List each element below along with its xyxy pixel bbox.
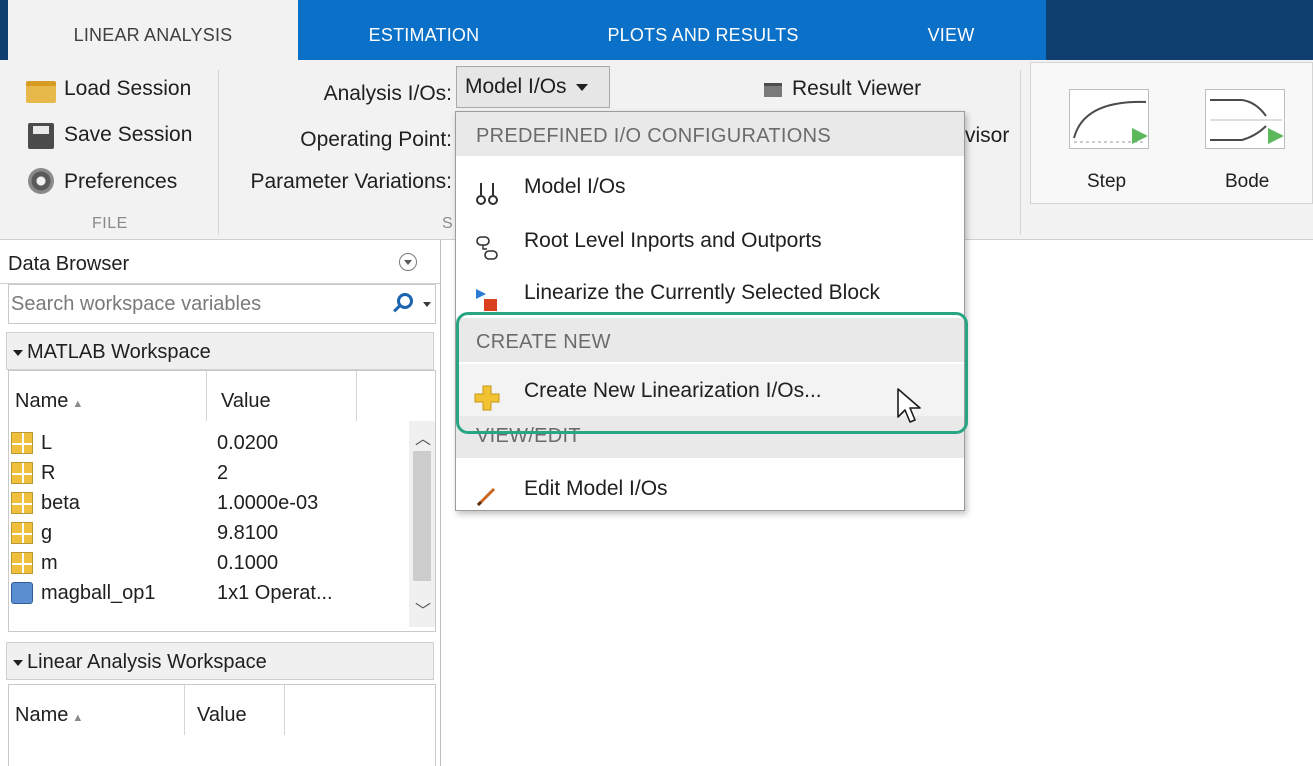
variable-name: R: [41, 462, 56, 484]
variable-value: 2: [217, 462, 229, 484]
column-header-value[interactable]: Value: [207, 371, 357, 421]
linear-workspace-title: Linear Analysis Workspace: [27, 651, 267, 673]
column-header-value[interactable]: Value: [185, 685, 285, 735]
analysis-ios-menu: PREDEFINED I/O CONFIGURATIONS Model I/Os…: [455, 111, 965, 511]
advisor-label: visor: [965, 124, 1010, 147]
menu-item-label: Model I/Os: [524, 175, 626, 198]
panel-menu-icon[interactable]: [399, 253, 417, 271]
selected-block-icon: [474, 280, 500, 311]
folder-icon: [26, 81, 56, 103]
table-row[interactable]: R2: [9, 461, 409, 485]
column-header-name[interactable]: Name ▲: [9, 685, 185, 735]
variable-value: 0.1000: [217, 552, 279, 574]
menu-item-root-level[interactable]: Root Level Inports and Outports: [456, 214, 964, 266]
load-session-label: Load Session: [64, 77, 192, 100]
result-viewer-icon: [764, 83, 782, 97]
search-options-icon[interactable]: [423, 302, 431, 307]
sort-ascending-icon: ▲: [72, 398, 84, 410]
bode-label: Bode: [1225, 171, 1270, 192]
variable-value: 1x1 Operat...: [217, 582, 333, 604]
matlab-workspace-table: Name ▲ Value L 0.0200 R 2 beta 1.0000e-03 g 9.81…: [8, 370, 436, 632]
mouse-cursor-icon: [897, 388, 921, 423]
plot-gallery: Step Bode: [1030, 62, 1313, 204]
linear-workspace-header[interactable]: Linear Analysis Workspace: [6, 642, 434, 680]
ribbon-tab-bar: LINEAR ANALYSIS ESTIMATION PLOTS AND RES…: [0, 0, 1313, 60]
step-plot-icon: [1069, 89, 1149, 149]
workspace-search-input[interactable]: Search workspace variables: [8, 284, 436, 324]
variable-icon: [11, 522, 33, 544]
menu-item-label: Root Level Inports and Outports: [524, 229, 822, 252]
file-section-label: FILE: [92, 215, 128, 232]
scroll-down-icon[interactable]: ﹀: [415, 597, 431, 621]
caret-down-icon: [576, 83, 589, 91]
menu-item-model-ios[interactable]: Model I/Os: [456, 160, 964, 212]
variable-value: 0.0200: [217, 432, 279, 454]
gear-icon: [28, 168, 54, 194]
column-header-name[interactable]: Name ▲: [9, 371, 207, 421]
variable-icon: [11, 552, 33, 574]
menu-item-label: Edit Model I/Os: [524, 477, 668, 500]
table-row[interactable]: beta 1.0000e-03: [9, 491, 409, 515]
collapse-triangle-icon: [13, 349, 23, 356]
tab-estimation[interactable]: ESTIMATION: [298, 0, 550, 60]
table-row[interactable]: g 9.8100: [9, 521, 409, 545]
setup-section-label: S: [442, 215, 454, 232]
data-browser-header: Data Browser: [0, 240, 441, 284]
variable-name: L: [41, 432, 53, 454]
variable-icon: [11, 462, 33, 484]
variable-name: g: [41, 522, 53, 544]
matlab-workspace-title: MATLAB Workspace: [27, 341, 211, 363]
tab-view[interactable]: VIEW: [856, 0, 1046, 60]
scroll-up-icon[interactable]: ︿: [415, 425, 431, 449]
variable-value: 1.0000e-03: [217, 492, 319, 514]
bode-plot-icon: [1205, 89, 1285, 149]
table-row[interactable]: L 0.0200: [9, 431, 409, 455]
menu-item-label: Linearize the Currently Selected Block: [524, 281, 881, 304]
linear-workspace-table: Name ▲ Value: [8, 684, 436, 766]
section-divider: [1020, 70, 1021, 235]
data-browser-panel: Data Browser Search workspace variables …: [0, 240, 441, 766]
matlab-workspace-header[interactable]: MATLAB Workspace: [6, 332, 434, 370]
search-placeholder: Search workspace variables: [11, 293, 262, 315]
variable-icon: [11, 432, 33, 454]
menu-item-linearize-selected[interactable]: Linearize the Currently Selected Block: [456, 266, 964, 318]
variable-value: 9.8100: [217, 522, 279, 544]
table-row[interactable]: magball_op1 1x1 Operat...: [9, 581, 409, 605]
analysis-ios-value: Model I/Os: [465, 75, 567, 98]
variable-name: m: [41, 552, 58, 574]
sort-ascending-icon: ▲: [72, 712, 84, 724]
search-icon[interactable]: [397, 293, 413, 309]
inport-outport-icon: [474, 228, 500, 260]
pencil-icon: [474, 476, 500, 507]
collapse-triangle-icon: [13, 659, 23, 666]
tab-plots-and-results[interactable]: PLOTS AND RESULTS: [550, 0, 856, 60]
vertical-scrollbar[interactable]: ︿ ﹀: [409, 421, 435, 627]
variable-name: beta: [41, 492, 80, 514]
scrollbar-thumb[interactable]: [413, 451, 431, 581]
data-browser-title: Data Browser: [8, 253, 130, 275]
table-row[interactable]: m 0.1000: [9, 551, 409, 575]
section-divider: [218, 70, 219, 235]
save-icon: [28, 123, 54, 149]
parameter-variations-label: Parameter Variations:: [250, 170, 452, 193]
save-session-label: Save Session: [64, 123, 193, 146]
preferences-label: Preferences: [64, 170, 178, 193]
result-viewer-label: Result Viewer: [792, 77, 922, 100]
menu-item-edit-model-ios[interactable]: Edit Model I/Os: [456, 462, 964, 514]
operating-point-icon: [11, 582, 33, 604]
operating-point-label: Operating Point:: [300, 128, 452, 151]
menu-section-predefined: PREDEFINED I/O CONFIGURATIONS: [456, 112, 964, 156]
step-label: Step: [1087, 171, 1127, 192]
variable-icon: [11, 492, 33, 514]
callout-highlight: [456, 312, 968, 434]
analysis-ios-label: Analysis I/Os:: [323, 82, 452, 105]
variable-name: magball_op1: [41, 582, 156, 604]
io-markers-icon: [474, 174, 500, 205]
tab-linear-analysis[interactable]: LINEAR ANALYSIS: [8, 0, 298, 60]
analysis-ios-dropdown[interactable]: Model I/Os: [456, 66, 610, 108]
